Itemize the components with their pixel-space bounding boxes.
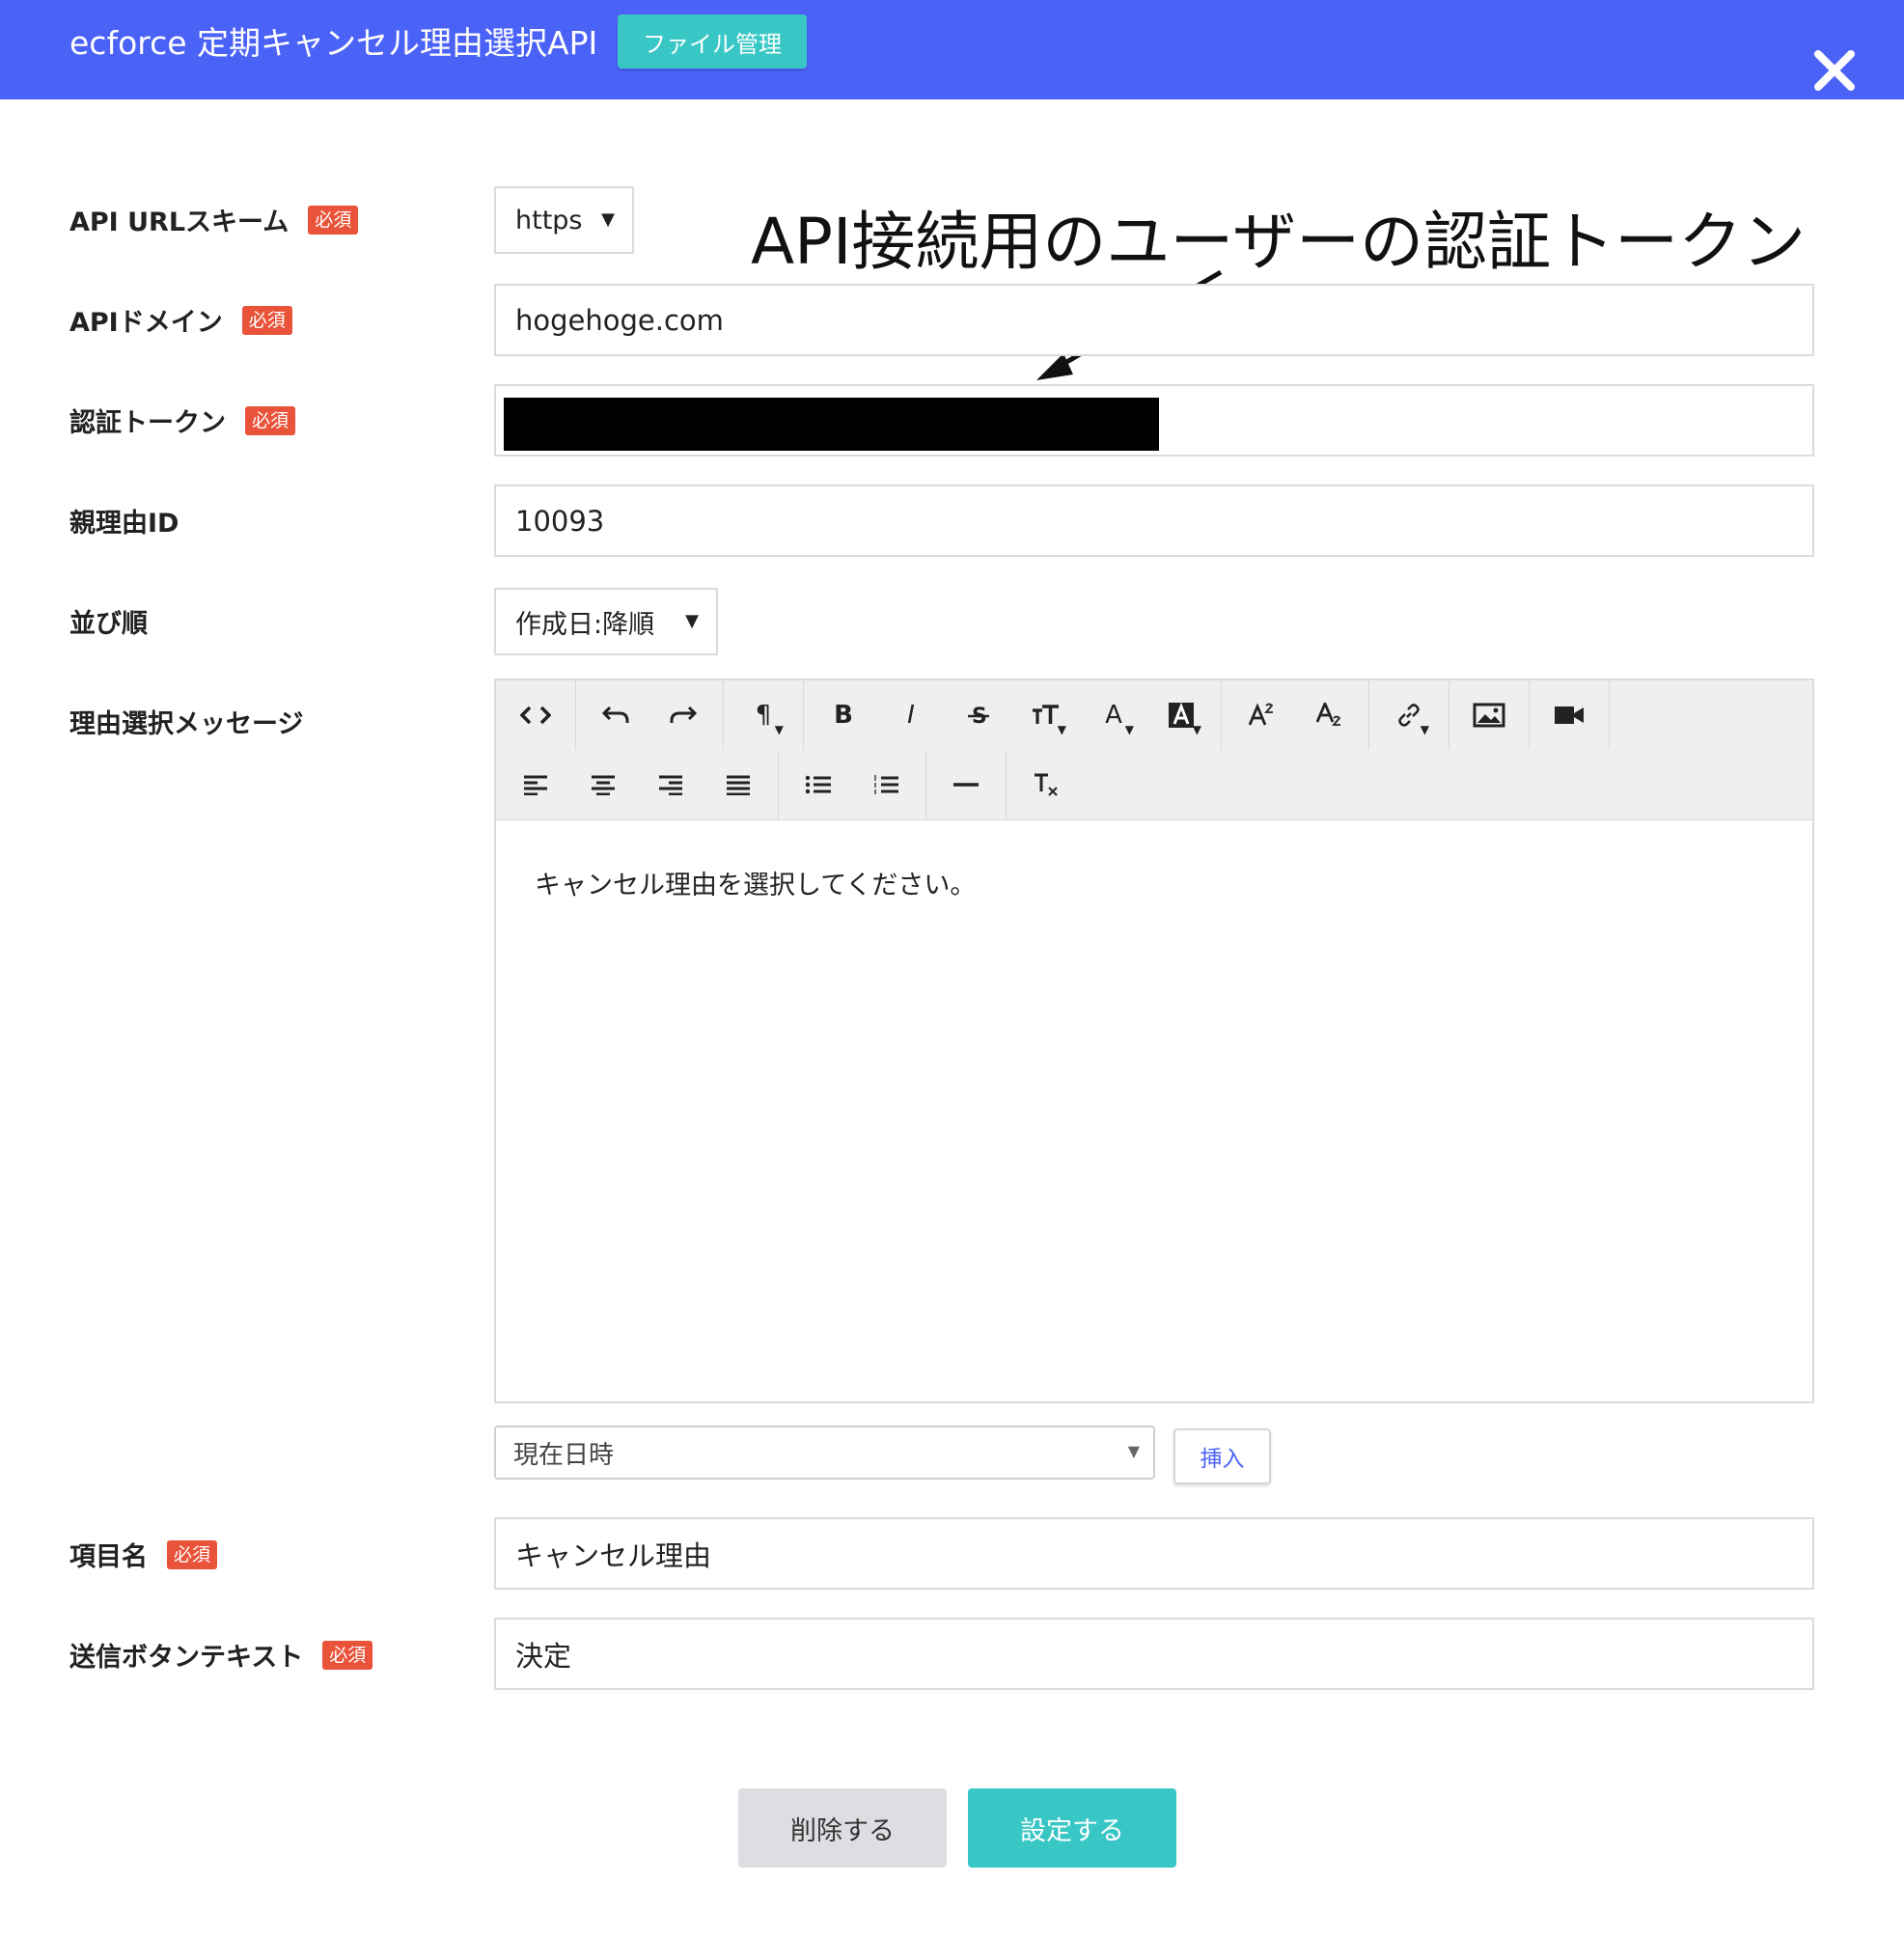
save-button[interactable]: 設定する — [968, 1788, 1176, 1868]
align-left-icon[interactable] — [502, 756, 569, 814]
variable-select[interactable]: 現在日時 ▼ — [494, 1426, 1155, 1480]
ordered-list-icon[interactable] — [852, 756, 920, 814]
insert-button[interactable]: 挿入 — [1173, 1428, 1271, 1484]
dropdown-arrow-icon: ▼ — [1127, 1442, 1140, 1460]
domain-label-text: APIドメイン — [69, 308, 223, 338]
font-size-icon[interactable]: ▼ — [1012, 686, 1080, 744]
message-label-text: 理由選択メッセージ — [69, 709, 304, 739]
file-manager-button[interactable]: ファイル管理 — [618, 14, 807, 69]
horizontal-rule-icon[interactable] — [932, 756, 1000, 814]
toolbar-group — [576, 680, 724, 750]
toolbar-group: ¶ ▼ — [724, 680, 804, 750]
video-icon[interactable] — [1535, 686, 1603, 744]
variable-select-value: 現在日時 — [513, 1440, 615, 1470]
strikethrough-icon[interactable]: S — [945, 686, 1012, 744]
scheme-select[interactable]: https ▼ — [494, 186, 634, 254]
message-label: 理由選択メッセージ — [69, 703, 303, 740]
toolbar-group — [1007, 750, 1086, 819]
sort-select[interactable]: 作成日:降順 ▼ — [494, 588, 718, 655]
font-color-glyph: A — [1105, 701, 1122, 730]
toolbar-group — [779, 750, 926, 819]
toolbar-group — [926, 750, 1007, 819]
caret-icon: ▼ — [1192, 723, 1201, 736]
delete-button[interactable]: 削除する — [738, 1788, 947, 1868]
align-right-icon[interactable] — [637, 756, 704, 814]
parent-id-label: 親理由ID — [69, 502, 179, 540]
annotation-text: API接続用のユーザーの認証トークン — [751, 205, 1807, 279]
dropdown-arrow-icon: ▼ — [685, 611, 699, 631]
align-center-icon[interactable] — [569, 756, 637, 814]
editor-content[interactable]: キャンセル理由を選択してください。 — [535, 864, 976, 901]
clear-format-icon[interactable] — [1012, 756, 1080, 814]
required-badge: 必須 — [322, 1640, 373, 1670]
token-label: 認証トークン 必須 — [69, 402, 296, 439]
close-icon[interactable] — [1812, 48, 1857, 93]
editor-toolbar-row-1: ¶ ▼ B I S ▼ A ▼ ▼ ▼ — [496, 680, 1812, 751]
scheme-select-value: https — [515, 205, 583, 235]
toolbar-group — [1449, 680, 1530, 750]
toolbar-group — [496, 750, 779, 819]
scheme-label-text: API URLスキーム — [69, 208, 290, 237]
item-name-label: 項目名 必須 — [69, 1536, 218, 1573]
sort-select-value: 作成日:降順 — [515, 609, 655, 640]
sort-label: 並び順 — [69, 602, 148, 640]
parent-id-label-text: 親理由ID — [69, 509, 179, 539]
caret-icon: ▼ — [1124, 723, 1134, 736]
link-icon[interactable]: ▼ — [1375, 686, 1443, 744]
toolbar-group — [1222, 680, 1369, 750]
submit-text-input[interactable]: 決定 — [494, 1618, 1814, 1690]
token-label-text: 認証トークン — [69, 408, 226, 438]
caret-icon: ▼ — [1057, 723, 1066, 736]
toolbar-group — [1530, 680, 1610, 750]
code-view-icon[interactable] — [502, 686, 569, 744]
superscript-icon[interactable] — [1228, 686, 1295, 744]
editor-toolbar-row-2 — [496, 750, 1812, 820]
modal-header: ecforce 定期キャンセル理由選択API ファイル管理 — [0, 0, 1904, 99]
bold-icon[interactable]: B — [810, 686, 877, 744]
undo-icon[interactable] — [582, 686, 649, 744]
toolbar-group: B I S ▼ A ▼ ▼ — [804, 680, 1222, 750]
required-badge: 必須 — [245, 405, 296, 435]
parent-id-input[interactable]: 10093 — [494, 485, 1814, 557]
caret-icon: ▼ — [774, 723, 784, 736]
dropdown-arrow-icon: ▼ — [601, 209, 615, 230]
align-justify-icon[interactable] — [704, 756, 772, 814]
toolbar-group — [496, 680, 576, 750]
required-badge: 必須 — [167, 1539, 218, 1569]
caret-icon: ▼ — [1420, 723, 1429, 736]
modal-title: ecforce 定期キャンセル理由選択API — [69, 24, 598, 62]
redo-icon[interactable] — [649, 686, 717, 744]
rich-text-editor: ¶ ▼ B I S ▼ A ▼ ▼ ▼ キャンセル理由を選択してください。 — [494, 679, 1814, 1403]
italic-icon[interactable]: I — [877, 686, 945, 744]
background-color-icon[interactable]: ▼ — [1147, 686, 1215, 744]
sort-label-text: 並び順 — [69, 609, 148, 639]
required-badge: 必須 — [241, 305, 292, 335]
unordered-list-icon[interactable] — [785, 756, 852, 814]
redaction-block — [504, 398, 1159, 451]
subscript-icon[interactable] — [1295, 686, 1363, 744]
submit-text-label: 送信ボタンテキスト 必須 — [69, 1636, 373, 1674]
scheme-label: API URLスキーム 必須 — [69, 201, 359, 238]
required-badge: 必須 — [308, 205, 359, 235]
font-color-icon[interactable]: A ▼ — [1080, 686, 1147, 744]
item-name-input[interactable]: キャンセル理由 — [494, 1517, 1814, 1590]
image-icon[interactable] — [1455, 686, 1523, 744]
domain-label: APIドメイン 必須 — [69, 301, 292, 339]
submit-text-label-text: 送信ボタンテキスト — [69, 1643, 304, 1673]
toolbar-group: ▼ — [1369, 680, 1449, 750]
domain-input[interactable]: hogehoge.com — [494, 284, 1814, 356]
item-name-label-text: 項目名 — [69, 1542, 148, 1572]
paragraph-icon[interactable]: ¶ ▼ — [730, 686, 797, 744]
